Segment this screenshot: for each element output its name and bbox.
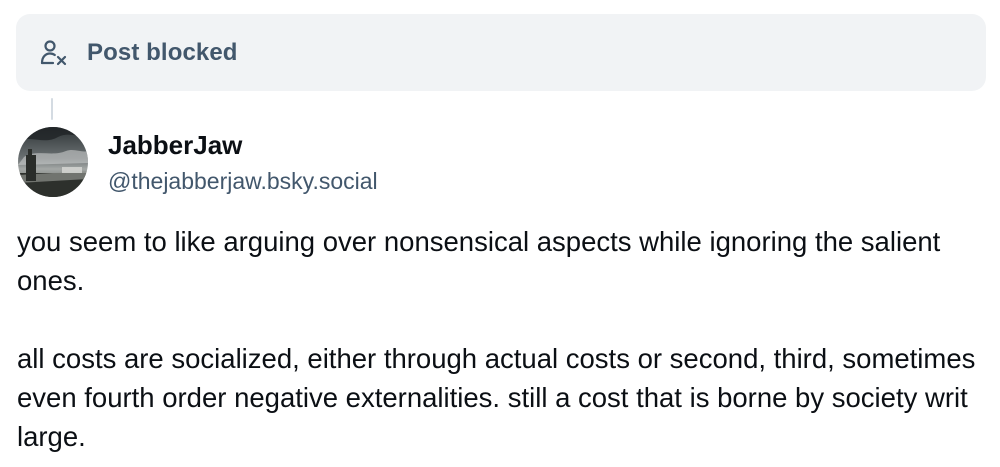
blocked-post-label: Post blocked (87, 38, 238, 66)
person-x-icon (38, 37, 70, 69)
thread-connector-line (51, 98, 53, 120)
post-thread: Post blocked JabberJaw @thejabberjaw.bsk… (0, 0, 1000, 467)
blocked-post-notice[interactable]: Post blocked (16, 14, 986, 91)
author-display-name[interactable]: JabberJaw (108, 130, 242, 161)
avatar[interactable] (18, 127, 88, 197)
post-paragraph: all costs are socialized, either through… (17, 343, 976, 452)
author-handle[interactable]: @thejabberjaw.bsky.social (108, 168, 378, 195)
post-text: you seem to like arguing over nonsensica… (17, 222, 987, 456)
post-paragraph: you seem to like arguing over nonsensica… (17, 226, 941, 296)
